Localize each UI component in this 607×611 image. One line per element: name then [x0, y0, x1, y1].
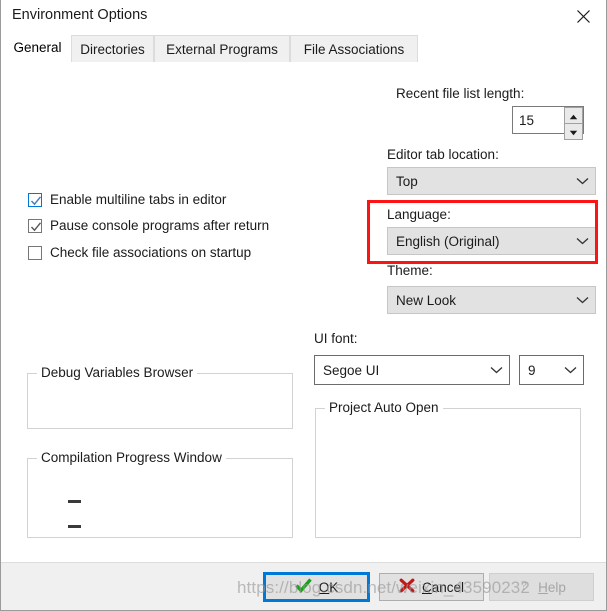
question-mark-icon: ?: [517, 578, 531, 596]
general-tab-panel: Recent file list length: 15 Editor tab l…: [1, 63, 606, 562]
tab-file-associations-label: File Associations: [303, 41, 405, 57]
progress-dash-1: [68, 500, 81, 503]
language-value: English (Original): [396, 233, 500, 249]
language-select[interactable]: English (Original): [387, 227, 596, 255]
ui-font-family-select[interactable]: Segoe UI: [314, 355, 510, 385]
cancel-button-label: Cancel: [421, 579, 465, 595]
chevron-down-icon: [569, 296, 595, 304]
theme-value: New Look: [396, 292, 457, 308]
group-project-auto-open: Project Auto Open: [315, 400, 581, 538]
recent-file-list-length-stepper[interactable]: 15: [512, 106, 584, 140]
cancel-button[interactable]: Cancel: [379, 573, 484, 601]
tab-directories[interactable]: Directories: [71, 35, 154, 62]
help-button-label: Help: [538, 579, 566, 595]
editor-tab-location-label: Editor tab location:: [387, 147, 499, 162]
tab-general-label: General: [13, 39, 62, 55]
close-button[interactable]: [560, 0, 606, 32]
ok-button[interactable]: OK: [263, 572, 370, 602]
ui-font-size-value: 9: [528, 362, 536, 378]
green-check-icon: [295, 578, 312, 596]
chevron-down-icon: [557, 366, 583, 374]
language-label: Language:: [387, 207, 451, 222]
stepper-down-button[interactable]: [564, 123, 583, 140]
dialog-footer: OK Cancel ? Help: [1, 562, 606, 610]
progress-dash-2: [68, 525, 81, 528]
ui-font-size-select[interactable]: 9: [519, 355, 584, 385]
theme-select[interactable]: New Look: [387, 286, 596, 314]
recent-file-list-length-value: 15: [519, 112, 535, 128]
tab-file-associations[interactable]: File Associations: [290, 35, 418, 62]
stepper-buttons: [563, 107, 583, 140]
ui-font-label: UI font:: [314, 331, 358, 346]
checkbox-box: [28, 245, 42, 260]
checkbox-box: [28, 192, 42, 207]
environment-options-dialog: Environment Options General Directories …: [0, 0, 607, 611]
title-bar: Environment Options: [1, 0, 606, 34]
chevron-down-icon: [569, 237, 595, 245]
ui-font-family-value: Segoe UI: [323, 362, 380, 378]
tab-general[interactable]: General: [6, 33, 69, 63]
close-icon: [576, 9, 591, 24]
theme-label: Theme:: [387, 263, 433, 278]
group-compilation-progress-window: Compilation Progress Window: [27, 450, 293, 538]
checkbox-pause-console-programs[interactable]: Pause console programs after return: [28, 218, 269, 233]
checkbox-enable-multiline-tabs[interactable]: Enable multiline tabs in editor: [28, 192, 226, 207]
stepper-up-button[interactable]: [564, 107, 583, 123]
tab-external-programs-label: External Programs: [166, 41, 278, 57]
checkbox-box: [28, 218, 42, 233]
recent-file-list-length-label: Recent file list length:: [396, 86, 525, 101]
window-title: Environment Options: [12, 7, 148, 23]
spinner-down-icon: [569, 124, 578, 139]
group-debug-variables-browser: Debug Variables Browser: [27, 365, 293, 429]
tab-directories-label: Directories: [80, 41, 145, 57]
tab-external-programs[interactable]: External Programs: [154, 35, 290, 62]
checkbox-check-file-associations[interactable]: Check file associations on startup: [28, 245, 251, 260]
editor-tab-location-select[interactable]: Top: [387, 167, 596, 195]
spinner-up-icon: [569, 108, 578, 123]
chevron-down-icon: [569, 177, 595, 185]
group-compilation-progress-window-title: Compilation Progress Window: [37, 450, 226, 465]
help-button[interactable]: ? Help: [489, 573, 594, 601]
ok-button-label: OK: [318, 579, 339, 595]
tab-strip: General Directories External Programs Fi…: [1, 33, 606, 63]
group-debug-variables-browser-title: Debug Variables Browser: [37, 365, 198, 380]
checkbox-enable-multiline-tabs-label: Enable multiline tabs in editor: [50, 192, 227, 207]
group-project-auto-open-title: Project Auto Open: [325, 400, 443, 415]
red-x-icon: [399, 578, 415, 596]
checkbox-check-file-associations-label: Check file associations on startup: [50, 245, 252, 260]
svg-text:?: ?: [521, 579, 527, 593]
editor-tab-location-value: Top: [396, 173, 418, 189]
checkbox-pause-console-programs-label: Pause console programs after return: [50, 218, 270, 233]
chevron-down-icon: [483, 366, 509, 374]
